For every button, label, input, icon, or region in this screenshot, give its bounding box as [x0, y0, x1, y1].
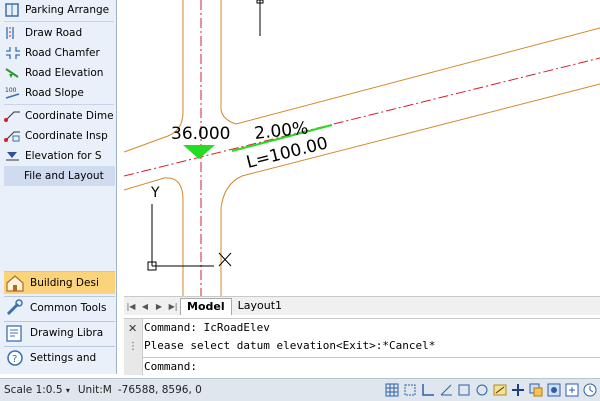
scale-value: Scale 1:0.5 — [4, 384, 63, 396]
tool-label: Parking Arrange — [25, 4, 110, 16]
tool-road-slope[interactable]: 100 Road Slope — [0, 83, 116, 103]
command-window-sidebar: ✕ ⋮ — [124, 319, 143, 375]
first-tab-button[interactable]: |◀ — [124, 302, 138, 311]
tab-layout1[interactable]: Layout1 — [232, 298, 288, 314]
tool-label: Draw Road — [25, 27, 83, 39]
tool-label: Elevation for S — [25, 150, 102, 162]
command-history-line: Command: IcRoadElev — [144, 321, 270, 334]
lineweight-icon[interactable] — [510, 382, 526, 398]
category-label: Building Desi — [30, 277, 99, 289]
elevation-icon — [6, 152, 19, 161]
road-elevation-icon — [5, 68, 19, 78]
road-centerline — [124, 57, 600, 177]
draw-road-icon — [6, 27, 14, 39]
osnap-icon[interactable] — [456, 382, 472, 398]
layout-tab-bar: |◀ ◀ ▶ ▶| Model Layout1 — [124, 296, 600, 315]
tool-parking-arrange[interactable]: Parking Arrange — [0, 0, 116, 20]
coordinate-inspect-icon — [4, 131, 20, 142]
elevation-marker — [183, 145, 215, 159]
tool-draw-road[interactable]: Draw Road — [0, 23, 116, 43]
grid-icon[interactable] — [384, 382, 400, 398]
isolate-icon[interactable] — [546, 382, 562, 398]
command-history-line: Please select datum elevation<Exit>:*Can… — [144, 339, 436, 352]
library-icon — [6, 325, 22, 342]
tool-road-chamfer[interactable]: Road Chamfer — [0, 43, 116, 63]
category-settings-and-help[interactable]: ? Settings and — [4, 346, 115, 369]
road-slope-icon: 100 — [5, 87, 20, 99]
command-prompt: Command: — [144, 360, 197, 373]
divider — [4, 21, 114, 22]
command-input[interactable]: Command: — [142, 357, 600, 375]
tool-elevation[interactable]: Elevation for S — [0, 146, 116, 166]
snap-icon[interactable] — [402, 382, 418, 398]
polar-icon[interactable] — [438, 382, 454, 398]
tool-label: Coordinate Dime — [25, 110, 114, 122]
building-icon — [6, 275, 24, 292]
command-window: ✕ ⋮ Command: IcRoadElev Please select da… — [124, 318, 600, 375]
ortho-icon[interactable] — [420, 382, 436, 398]
elevation-label: 36.000 — [171, 124, 230, 144]
category-common-tools[interactable]: Common Tools — [4, 296, 115, 319]
category-label: Drawing Libra — [30, 327, 104, 339]
dynamic-input-icon[interactable] — [492, 382, 508, 398]
options-icon[interactable]: ⋮ — [128, 341, 138, 352]
drawing-canvas[interactable]: 36.000 2.00% L=100.00 Y — [124, 0, 600, 296]
chevron-down-icon: ▾ — [65, 386, 70, 395]
tool-label: Road Elevation — [25, 67, 104, 79]
category-drawing-library[interactable]: Drawing Libra — [4, 321, 115, 344]
otrack-icon[interactable] — [474, 382, 490, 398]
close-icon[interactable]: ✕ — [128, 322, 137, 335]
tool-coordinate-inspect[interactable]: Coordinate Insp — [0, 126, 116, 146]
road-chamfer-icon — [6, 47, 20, 59]
selection-cycle-icon[interactable] — [528, 382, 544, 398]
coordinates-readout: -76588, 8596, 0 — [117, 384, 202, 396]
next-tab-button[interactable]: ▶ — [152, 302, 166, 311]
divider — [4, 104, 114, 105]
unit-label: Unit:M — [77, 384, 112, 396]
tab-model[interactable]: Model — [180, 297, 232, 315]
tool-palette: Parking Arrange Draw Road Road Chamfer R… — [0, 0, 117, 374]
annotation-icon[interactable] — [564, 382, 580, 398]
tool-road-elevation[interactable]: Road Elevation — [0, 63, 116, 83]
category-label: Settings and — [30, 352, 97, 364]
prev-tab-button[interactable]: ◀ — [138, 302, 152, 311]
last-tab-button[interactable]: ▶| — [166, 302, 180, 311]
scale-selector[interactable]: Scale 1:0.5 ▾ — [4, 384, 70, 396]
tool-label: File and Layout — [24, 170, 104, 182]
tool-label: Road Slope — [25, 87, 84, 99]
category-label: Common Tools — [30, 302, 107, 314]
tool-label: Coordinate Insp — [25, 130, 108, 142]
ucs-y-label: Y — [150, 185, 160, 201]
parking-icon — [5, 3, 19, 17]
tool-file-and-layout[interactable]: File and Layout — [4, 166, 115, 186]
road-edge-right-lower — [220, 83, 600, 296]
workspace-icon[interactable] — [582, 382, 598, 398]
coordinate-dim-icon — [4, 111, 20, 122]
svg-text:?: ? — [12, 354, 17, 365]
settings-help-icon: ? — [7, 350, 23, 366]
tools-icon — [6, 299, 23, 316]
tool-label: Road Chamfer — [25, 47, 100, 59]
svg-text:100: 100 — [5, 87, 17, 94]
category-building-design[interactable]: Building Desi — [4, 271, 115, 294]
drawing-svg: 36.000 2.00% L=100.00 Y — [124, 0, 600, 296]
status-bar: Scale 1:0.5 ▾ Unit:M -76588, 8596, 0 — [0, 378, 600, 401]
tool-coordinate-dimension[interactable]: Coordinate Dime — [0, 106, 116, 126]
